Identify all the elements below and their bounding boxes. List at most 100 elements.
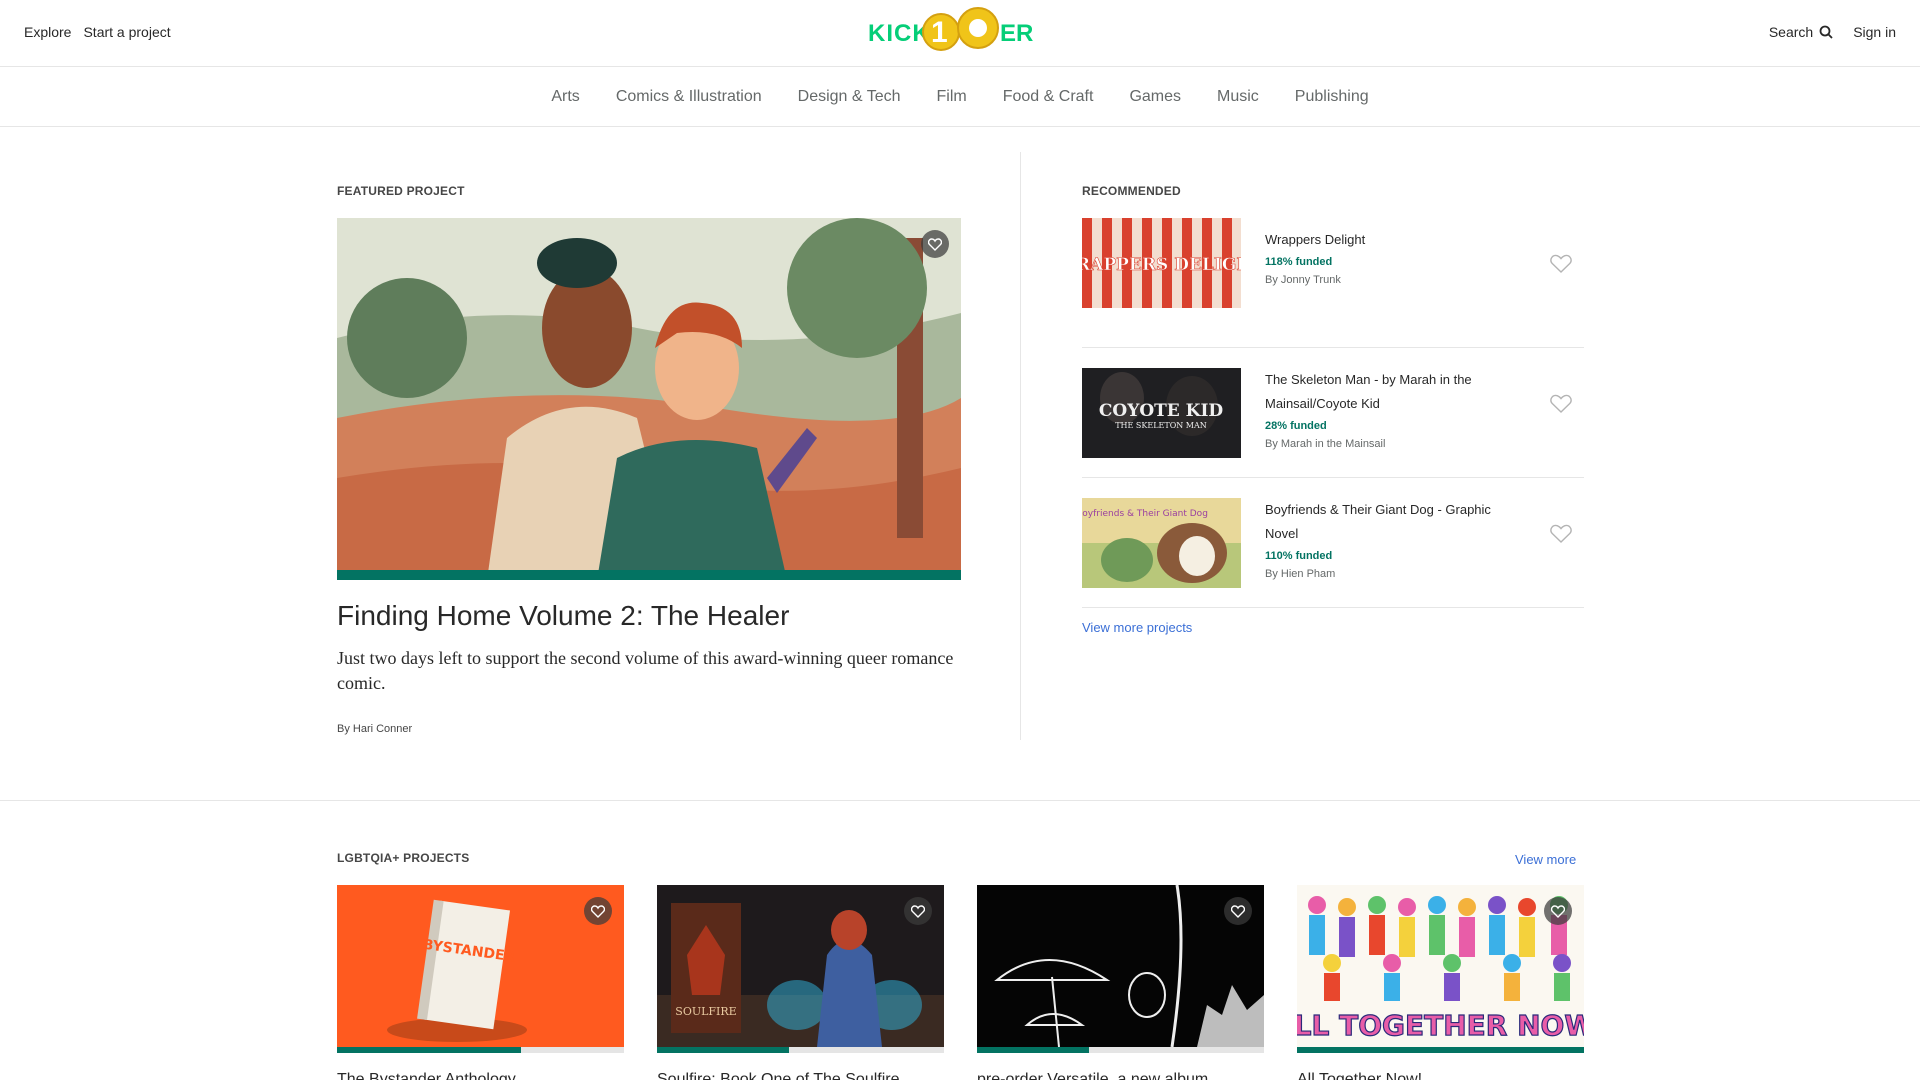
soulfire-cover: SOULFIRE [657, 885, 944, 1047]
project-card[interactable]: SOULFIRE Soulfire: Book One of The Soulf… [657, 885, 944, 1080]
project-card-title[interactable]: The Bystander Anthology [337, 1071, 624, 1080]
thumb-title-text: COYOTE KID [1099, 401, 1224, 421]
search-label: Search [1768, 24, 1814, 40]
thumb-subtitle-text: THE SKELETON MAN [1115, 421, 1207, 430]
category-film[interactable]: Film [937, 88, 967, 106]
cover-title-text: SOULFIRE [675, 1005, 736, 1018]
column-divider [1020, 152, 1021, 740]
featured-project-blurb: Just two days left to support the second… [337, 648, 954, 693]
view-more-link[interactable]: View more [1515, 852, 1576, 867]
heart-icon [1551, 904, 1565, 918]
card-progress-fill [337, 1047, 521, 1053]
card-progress-bar [1297, 1047, 1584, 1053]
recommended-creator[interactable]: By Jonny Trunk [1265, 274, 1505, 286]
card-save-button[interactable] [1224, 897, 1252, 925]
top-header: Explore Start a project KICK 1 ER Search… [0, 0, 1920, 67]
project-card-title[interactable]: All Together Now! [1297, 1071, 1584, 1080]
recommended-label: RECOMMENDED [1082, 184, 1181, 198]
card-progress-bar [977, 1047, 1264, 1053]
project-card-image [977, 885, 1264, 1047]
card-save-button[interactable] [584, 897, 612, 925]
recommended-text: Wrappers Delight 118% funded By Jonny Tr… [1265, 228, 1505, 286]
category-food-craft[interactable]: Food & Craft [1003, 88, 1094, 106]
category-arts[interactable]: Arts [551, 88, 579, 106]
category-music[interactable]: Music [1217, 88, 1259, 106]
thumb-title-text: Boyfriends & Their Giant Dog [1082, 509, 1208, 519]
recommended-text: The Skeleton Man - by Marah in the Mains… [1265, 368, 1505, 450]
featured-progress-fill [337, 570, 961, 580]
project-card[interactable]: BYSTANDER The Bystander Anthology [337, 885, 624, 1080]
heart-icon[interactable] [1550, 524, 1572, 544]
card-save-button[interactable] [1544, 897, 1572, 925]
card-progress-fill [657, 1047, 790, 1053]
recommended-thumbnail: COYOTE KID THE SKELETON MAN [1082, 368, 1241, 458]
category-design-tech[interactable]: Design & Tech [798, 88, 901, 106]
recommended-item[interactable]: COYOTE KID THE SKELETON MAN The Skeleton… [1082, 348, 1584, 478]
heart-icon [1231, 904, 1245, 918]
category-nav: Arts Comics & Illustration Design & Tech… [0, 67, 1920, 127]
recommended-list: WRAPPERS DELIGHT Wrappers Delight 118% f… [1082, 218, 1584, 608]
recommended-creator[interactable]: By Hien Pham [1265, 568, 1505, 580]
featured-project-image[interactable] [337, 218, 961, 580]
logo-ten-text: 1 [931, 16, 948, 49]
lgbtqia-projects-label: LGBTQIA+ PROJECTS [337, 851, 470, 865]
header-left-links: Explore Start a project [24, 24, 171, 40]
heart-icon [928, 237, 942, 251]
kickstarter-logo[interactable]: KICK 1 ER [868, 0, 1046, 64]
featured-project-label: FEATURED PROJECT [337, 184, 465, 198]
category-publishing[interactable]: Publishing [1295, 88, 1369, 106]
recommended-item[interactable]: Boyfriends & Their Giant Dog Boyfriends … [1082, 478, 1584, 608]
heart-icon[interactable] [1550, 254, 1572, 274]
project-card[interactable]: pre-order Versatile, a new album [977, 885, 1264, 1080]
category-comics-illustration[interactable]: Comics & Illustration [616, 88, 762, 106]
recommended-title[interactable]: Wrappers Delight [1265, 228, 1505, 252]
sign-in-link[interactable]: Sign in [1853, 24, 1896, 40]
cover-title-text: ALL TOGETHER NOW! [1297, 1009, 1584, 1042]
card-progress-bar [657, 1047, 944, 1053]
recommended-item[interactable]: WRAPPERS DELIGHT Wrappers Delight 118% f… [1082, 218, 1584, 348]
recommended-creator[interactable]: By Marah in the Mainsail [1265, 438, 1505, 450]
recommended-title[interactable]: Boyfriends & Their Giant Dog - Graphic N… [1265, 498, 1505, 546]
recommended-thumbnail: Boyfriends & Their Giant Dog [1082, 498, 1241, 588]
logo-kick-text: KICK [868, 20, 931, 47]
recommended-text: Boyfriends & Their Giant Dog - Graphic N… [1265, 498, 1505, 580]
heart-icon [591, 904, 605, 918]
search-button[interactable]: Search [1769, 24, 1833, 40]
card-progress-fill [1297, 1047, 1584, 1053]
recommended-funded: 110% funded [1265, 550, 1333, 562]
all-together-now-cover: ALL TOGETHER NOW! [1297, 885, 1584, 1047]
start-project-link[interactable]: Start a project [83, 24, 170, 40]
featured-progress-bar [337, 570, 961, 580]
section-divider [0, 800, 1920, 801]
featured-project-creator[interactable]: By Hari Conner [337, 723, 412, 735]
logo-zero-hole [969, 19, 987, 37]
heart-icon [911, 904, 925, 918]
explore-link[interactable]: Explore [24, 24, 71, 40]
versatile-album-cover [977, 885, 1264, 1047]
search-icon [1819, 25, 1833, 39]
boyfriends-dog-thumbnail: Boyfriends & Their Giant Dog [1082, 498, 1241, 588]
card-save-button[interactable] [904, 897, 932, 925]
header-right-links: Search Sign in [1769, 24, 1896, 40]
featured-illustration [337, 218, 961, 580]
project-card-title[interactable]: pre-order Versatile, a new album [977, 1071, 1264, 1080]
coyote-kid-thumbnail: COYOTE KID THE SKELETON MAN [1082, 368, 1241, 458]
wrappers-delight-thumbnail: WRAPPERS DELIGHT [1082, 218, 1241, 308]
card-progress-bar [337, 1047, 624, 1053]
heart-icon[interactable] [1550, 394, 1572, 414]
project-card[interactable]: ALL TOGETHER NOW! All Together Now! [1297, 885, 1584, 1080]
recommended-title[interactable]: The Skeleton Man - by Marah in the Mains… [1265, 368, 1505, 416]
view-more-projects-link[interactable]: View more projects [1082, 620, 1192, 635]
project-card-title[interactable]: Soulfire: Book One of The Soulfire [657, 1071, 944, 1080]
recommended-thumbnail: WRAPPERS DELIGHT [1082, 218, 1241, 308]
category-games[interactable]: Games [1129, 88, 1181, 106]
recommended-funded: 28% funded [1265, 420, 1327, 432]
recommended-funded: 118% funded [1265, 256, 1333, 268]
featured-save-button[interactable] [921, 230, 949, 258]
project-card-image: SOULFIRE [657, 885, 944, 1047]
logo-er-text: ER [1000, 20, 1033, 47]
thumb-title-text: WRAPPERS DELIGHT [1082, 255, 1241, 275]
card-progress-fill [977, 1047, 1089, 1053]
featured-project-title[interactable]: Finding Home Volume 2: The Healer [337, 600, 789, 632]
project-card-image: ALL TOGETHER NOW! [1297, 885, 1584, 1047]
